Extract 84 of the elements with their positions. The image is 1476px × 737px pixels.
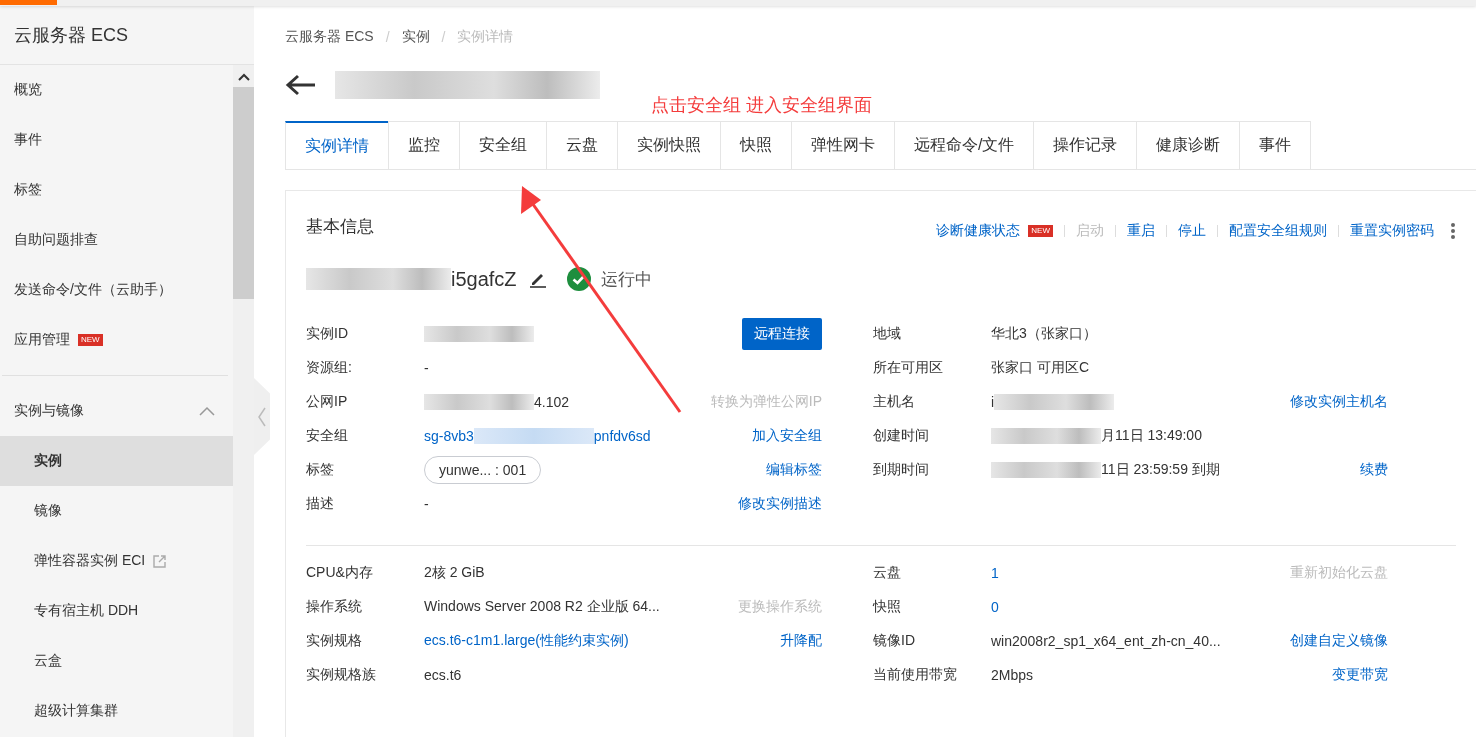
field-value: - bbox=[424, 360, 429, 376]
field-value: 月11日 13:49:00 bbox=[1101, 427, 1202, 445]
field-label: 创建时间 bbox=[873, 427, 930, 445]
field-value: ecs.t6 bbox=[424, 667, 462, 683]
field-value: i bbox=[991, 394, 995, 410]
sidebar-item[interactable]: 发送命令/文件（云助手） bbox=[0, 265, 233, 315]
action-link[interactable]: 变更带宽 bbox=[1332, 666, 1388, 684]
sidebar-item[interactable]: 自助问题排查 bbox=[0, 215, 233, 265]
field-label: 实例规格族 bbox=[306, 666, 377, 684]
action-link[interactable]: 配置安全组规则 bbox=[1229, 222, 1327, 240]
new-badge: NEW bbox=[1028, 225, 1053, 237]
action-link[interactable]: 重置实例密码 bbox=[1350, 222, 1434, 240]
field-value: 4.102 bbox=[534, 394, 570, 410]
field-value: 张家口 可用区C bbox=[991, 359, 1089, 377]
field-value: 11日 23:59:59 到期 bbox=[1101, 461, 1220, 479]
top-accent-bar bbox=[0, 0, 57, 5]
field-value: - bbox=[424, 496, 429, 512]
tab[interactable]: 事件 bbox=[1239, 121, 1312, 169]
sidebar-item[interactable]: 镜像 bbox=[0, 486, 233, 536]
value-link[interactable]: pnfdv6sd bbox=[593, 428, 651, 444]
field-label: 云盘 bbox=[873, 564, 902, 582]
scrollbar[interactable] bbox=[233, 65, 254, 737]
field-value: 2Mbps bbox=[991, 667, 1034, 683]
field-label: 到期时间 bbox=[873, 461, 930, 479]
value-link[interactable]: 0 bbox=[991, 599, 999, 615]
breadcrumb-link[interactable]: 实例 bbox=[401, 28, 430, 46]
value-link[interactable]: 1 bbox=[991, 565, 999, 581]
action-link[interactable]: 加入安全组 bbox=[752, 427, 822, 445]
action-link[interactable]: 续费 bbox=[1360, 461, 1388, 479]
value-link[interactable]: ecs.t6-c1m1.large(性能约束实例) bbox=[424, 632, 629, 650]
sidebar-item[interactable]: 实例 bbox=[0, 436, 233, 486]
field-label: 资源组: bbox=[306, 359, 353, 377]
sidebar-item[interactable]: 专有宿主机 DDH bbox=[0, 586, 233, 636]
action-link[interactable]: 重启 bbox=[1127, 222, 1155, 240]
more-icon[interactable] bbox=[1450, 222, 1456, 240]
instance-name: i5gafcZ bbox=[451, 267, 517, 291]
action-link[interactable]: 停止 bbox=[1178, 222, 1206, 240]
field-label: 安全组 bbox=[306, 427, 349, 445]
field-label: CPU&内存 bbox=[306, 564, 374, 582]
action-link[interactable]: 修改实例主机名 bbox=[1290, 393, 1388, 411]
field-label: 操作系统 bbox=[306, 598, 363, 616]
sidebar-item[interactable]: 超级计算集群 bbox=[0, 686, 233, 736]
field-label: 快照 bbox=[873, 598, 902, 616]
field-label: 实例规格 bbox=[306, 632, 363, 650]
field-label: 实例ID bbox=[306, 325, 349, 343]
status-check-icon bbox=[566, 267, 591, 291]
action-link[interactable]: 创建自定义镜像 bbox=[1290, 632, 1388, 650]
field-value: Windows Server 2008 R2 企业版 64... bbox=[424, 598, 660, 616]
field-label: 主机名 bbox=[873, 393, 916, 411]
back-arrow-icon[interactable] bbox=[285, 74, 317, 96]
sidebar-item[interactable]: 应用管理 NEW bbox=[0, 315, 233, 365]
sidebar-item[interactable]: 云盒 bbox=[0, 636, 233, 686]
field-label: 描述 bbox=[306, 495, 335, 513]
action-link[interactable]: 诊断健康状态 bbox=[936, 222, 1021, 240]
sidebar-group[interactable]: 实例与镜像 bbox=[0, 386, 233, 436]
breadcrumb-separator: / bbox=[385, 29, 390, 45]
action-link[interactable]: 编辑标签 bbox=[766, 461, 822, 479]
chevron-icon bbox=[199, 406, 215, 416]
field-label: 地域 bbox=[873, 325, 902, 343]
field-label: 当前使用带宽 bbox=[873, 666, 958, 684]
field-label: 所在可用区 bbox=[873, 359, 944, 377]
breadcrumb-separator: / bbox=[441, 29, 446, 45]
annotation-text: 点击安全组 进入安全组界面 bbox=[651, 95, 872, 115]
value-link[interactable]: sg-8vb3 bbox=[424, 428, 474, 444]
action-link[interactable]: 修改实例描述 bbox=[738, 495, 822, 513]
tab[interactable]: 实例详情 bbox=[285, 121, 389, 169]
field-label: 公网IP bbox=[306, 393, 349, 411]
field-label: 标签 bbox=[306, 461, 335, 479]
breadcrumb-link[interactable]: 云服务器 ECS bbox=[285, 28, 374, 46]
field-value: win2008r2_sp1_x64_ent_zh-cn_40... bbox=[991, 633, 1221, 649]
new-badge: NEW bbox=[78, 334, 103, 346]
sidebar-title: 云服务器 ECS bbox=[0, 6, 254, 65]
action-link[interactable]: 升降配 bbox=[780, 632, 822, 650]
field-label: 镜像ID bbox=[873, 632, 916, 650]
field-value: 2核 2 GiB bbox=[424, 564, 485, 582]
sidebar-item[interactable]: 标签 bbox=[0, 165, 233, 215]
section-title: 基本信息 bbox=[306, 215, 374, 238]
field-value: 华北3（张家口） bbox=[991, 325, 1097, 343]
status-text: 运行中 bbox=[600, 268, 652, 291]
sidebar-item[interactable]: 事件 bbox=[0, 115, 233, 165]
scrollbar-thumb[interactable] bbox=[233, 87, 254, 299]
remote-connect-button[interactable]: 远程连接 bbox=[742, 318, 822, 350]
sidebar-item[interactable]: 弹性容器实例 ECI bbox=[0, 536, 233, 586]
sidebar-item[interactable]: 概览 bbox=[0, 65, 233, 115]
